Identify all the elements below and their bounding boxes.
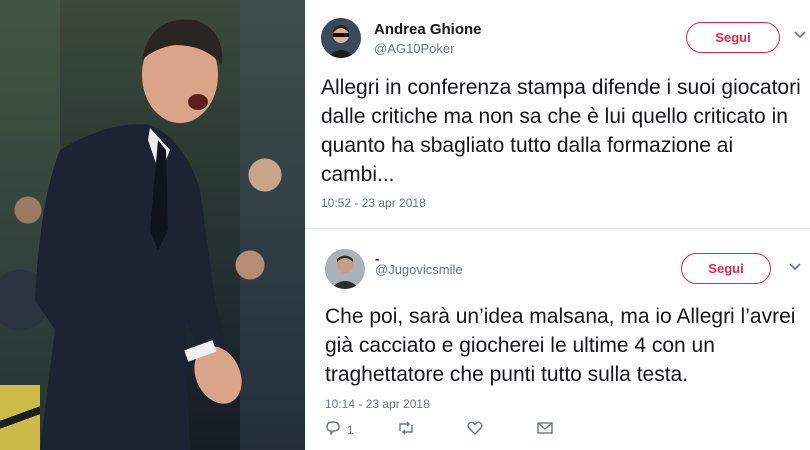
tweet-text: Che poi, sarà un’idea malsana, ma io All… (325, 305, 796, 386)
retweet-icon (397, 421, 415, 439)
reply-count: 1 (347, 423, 354, 437)
coach-figure (35, 19, 242, 450)
avatar[interactable] (321, 18, 361, 58)
retweet-button[interactable] (397, 421, 415, 439)
heart-icon (467, 421, 483, 439)
author-handle[interactable]: @AG10Poker (374, 41, 454, 56)
like-button[interactable] (467, 421, 483, 439)
tweet-timestamp[interactable]: 10:14 - 23 apr 2018 (325, 397, 430, 411)
reply-button[interactable]: 1 (325, 421, 354, 439)
tweet-actions: 1 (325, 421, 585, 441)
follow-button[interactable]: Segui (686, 22, 780, 53)
follow-button[interactable]: Segui (681, 253, 771, 284)
direct-message-icon (537, 421, 553, 439)
coach-photo (0, 0, 305, 450)
author-name[interactable]: Andrea Ghione (374, 21, 482, 38)
tweet-timestamp[interactable]: 10:52 - 23 apr 2018 (321, 196, 426, 210)
chevron-down-icon[interactable] (794, 28, 806, 42)
avatar[interactable] (325, 249, 365, 289)
direct-message-button[interactable] (537, 421, 553, 439)
tweet-text: Allegri in conferenza stampa difende i s… (321, 76, 801, 186)
tweet-card: Andrea Ghione @AG10Poker Segui Allegri i… (305, 0, 810, 228)
tweet-card: - @Jugovicsmile Segui Che poi, sarà un’i… (305, 228, 810, 450)
reply-icon (325, 421, 341, 439)
author-handle[interactable]: @Jugovicsmile (375, 262, 463, 277)
chevron-down-icon[interactable] (789, 260, 801, 274)
